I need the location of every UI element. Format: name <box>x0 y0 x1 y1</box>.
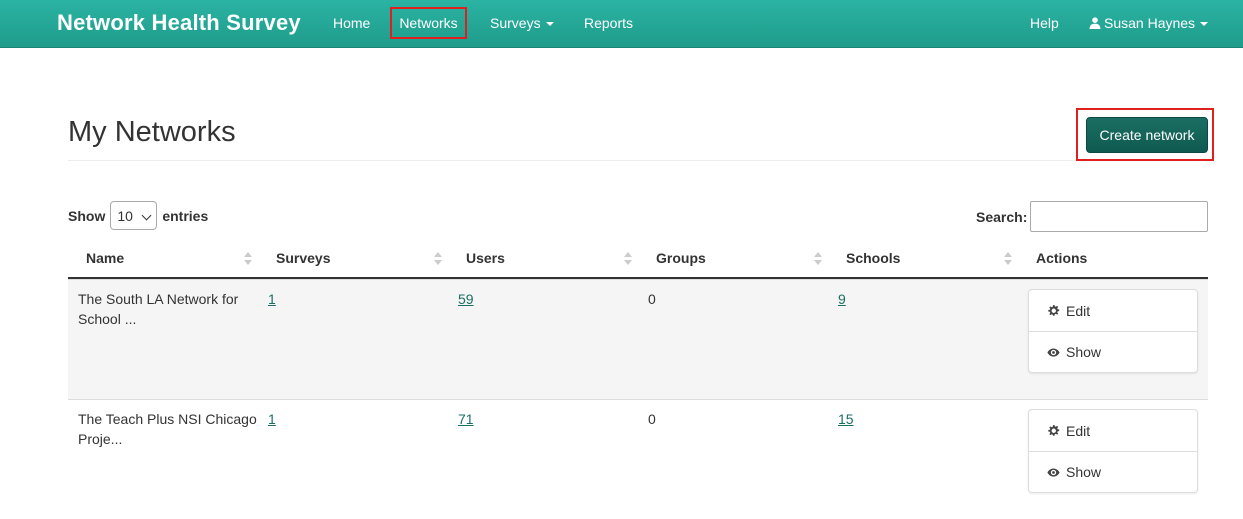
nav-home[interactable]: Home <box>333 15 370 31</box>
surveys-link[interactable]: 1 <box>268 411 276 427</box>
nav-surveys-label: Surveys <box>490 15 541 31</box>
user-menu[interactable]: Susan Haynes <box>1089 15 1209 31</box>
brand-title[interactable]: Network Health Survey <box>57 10 301 36</box>
show-label: Show <box>1066 344 1102 360</box>
caret-down-icon <box>545 22 554 27</box>
schools-count: 9 <box>838 289 846 309</box>
surveys-link[interactable]: 1 <box>268 291 276 307</box>
eye-icon <box>1047 347 1060 357</box>
gear-icon <box>1048 304 1060 316</box>
nav-help[interactable]: Help <box>1030 15 1059 31</box>
schools-count: 15 <box>838 409 854 429</box>
create-network-button[interactable]: Create network <box>1086 117 1208 153</box>
network-name: The South LA Network for School ... <box>78 291 239 327</box>
navbar: Network Health Survey Home Networks Surv… <box>0 0 1243 48</box>
page-title: My Networks <box>68 116 236 148</box>
sort-icon[interactable] <box>434 252 442 267</box>
column-header-schools[interactable]: Schools <box>846 250 900 266</box>
row-actions: Edit Show <box>1028 289 1198 373</box>
column-header-name[interactable]: Name <box>86 250 124 266</box>
show-entries-control: Show 10 entries <box>68 201 208 230</box>
chevron-down-icon <box>141 210 152 221</box>
title-divider <box>68 160 1208 161</box>
show-action[interactable]: Show <box>1029 451 1197 492</box>
nav-networks[interactable]: Networks <box>390 7 467 39</box>
nav-reports[interactable]: Reports <box>584 15 633 31</box>
user-name: Susan Haynes <box>1104 15 1196 31</box>
column-header-users[interactable]: Users <box>466 250 505 266</box>
users-link[interactable]: 59 <box>458 291 474 307</box>
sort-icon[interactable] <box>814 252 822 267</box>
row-actions: Edit Show <box>1028 409 1198 493</box>
edit-label: Edit <box>1066 302 1091 319</box>
sort-icon[interactable] <box>1004 252 1012 267</box>
surveys-count: 1 <box>268 409 276 429</box>
gear-icon <box>1048 424 1060 436</box>
network-name: The Teach Plus NSI Chicago Proje... <box>78 411 257 447</box>
sort-icon[interactable] <box>624 252 632 267</box>
table-header: Name Surveys Users Groups Schools Action… <box>68 240 1208 279</box>
show-label: Show <box>1066 464 1102 480</box>
column-header-actions: Actions <box>1036 250 1088 266</box>
eye-icon <box>1047 467 1060 477</box>
schools-link[interactable]: 15 <box>838 411 854 427</box>
entries-label: entries <box>162 207 209 224</box>
column-header-surveys[interactable]: Surveys <box>276 250 330 266</box>
groups-count: 0 <box>648 411 656 427</box>
entries-value: 10 <box>117 207 133 224</box>
edit-action[interactable]: Edit <box>1029 290 1197 331</box>
schools-link[interactable]: 9 <box>838 291 846 307</box>
user-icon <box>1089 17 1101 29</box>
surveys-count: 1 <box>268 289 276 309</box>
show-action[interactable]: Show <box>1029 331 1197 372</box>
edit-label: Edit <box>1066 422 1091 439</box>
table-row: The South LA Network for School ... 1 59… <box>68 279 1208 399</box>
caret-down-icon <box>1200 22 1209 27</box>
sort-icon[interactable] <box>244 252 252 267</box>
edit-action[interactable]: Edit <box>1029 410 1197 451</box>
show-label: Show <box>68 207 106 224</box>
table-row: The Teach Plus NSI Chicago Proje... 1 71… <box>68 399 1208 519</box>
users-count: 71 <box>458 409 474 429</box>
entries-select[interactable]: 10 <box>110 201 158 230</box>
search-input[interactable] <box>1030 201 1208 232</box>
users-link[interactable]: 71 <box>458 411 474 427</box>
groups-count: 0 <box>648 291 656 307</box>
column-header-groups[interactable]: Groups <box>656 250 706 266</box>
search-label: Search: <box>976 209 1028 225</box>
nav-surveys[interactable]: Surveys <box>490 15 554 31</box>
networks-table: Name Surveys Users Groups Schools Action… <box>68 240 1208 493</box>
users-count: 59 <box>458 289 474 309</box>
